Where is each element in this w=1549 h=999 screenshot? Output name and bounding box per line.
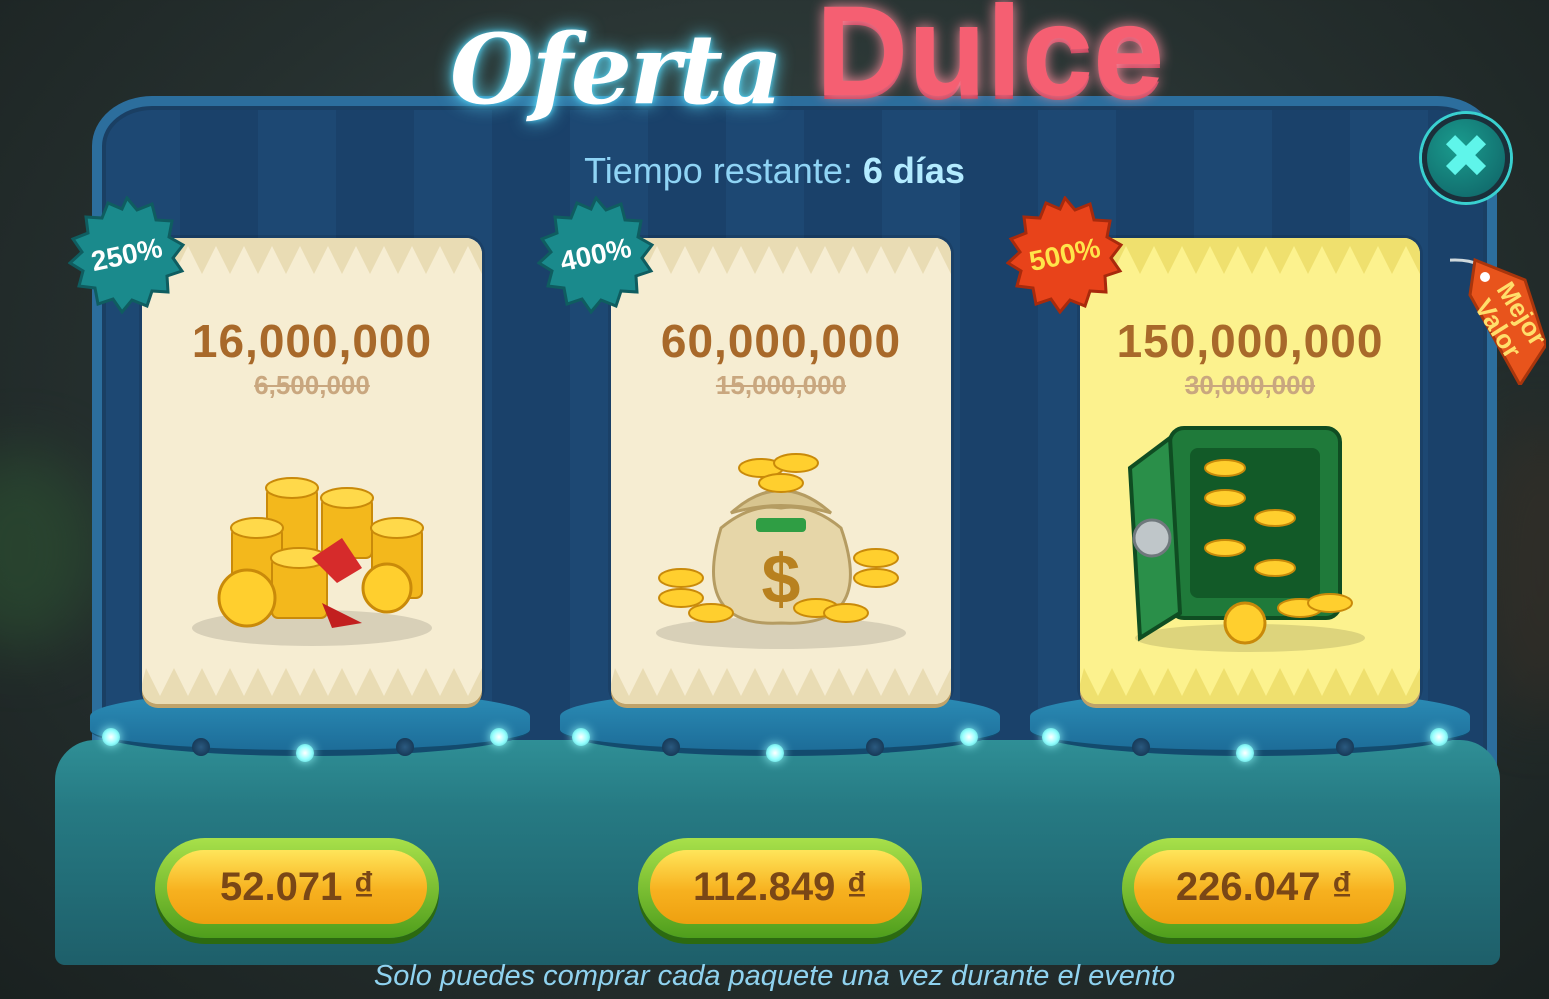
stage-light bbox=[102, 728, 120, 746]
bonus-badge-3: 500% bbox=[1006, 196, 1124, 314]
stage-light bbox=[1042, 728, 1060, 746]
old-amount: 6,500,000 bbox=[254, 370, 370, 400]
coin-stacks-gift-icon bbox=[192, 477, 432, 646]
package-card-1[interactable]: 16,000,000 6,500,000 bbox=[142, 238, 482, 704]
stage-light bbox=[960, 728, 978, 746]
old-amount: 30,000,000 bbox=[1184, 370, 1316, 400]
stage-light bbox=[1336, 738, 1354, 756]
coin-amount: 60,000,000 bbox=[660, 315, 902, 367]
purchase-limit-note: Solo puedes comprar cada paquete una vez… bbox=[373, 960, 1176, 992]
stage-light bbox=[572, 728, 590, 746]
time-remaining: Tiempo restante: 6 días bbox=[0, 150, 1549, 192]
close-icon[interactable]: ✖ bbox=[1422, 114, 1510, 202]
price-label: 112.849 ₫ bbox=[650, 850, 910, 924]
old-amount: 15,000,000 bbox=[715, 370, 847, 400]
stage-light bbox=[1430, 728, 1448, 746]
zigzag-bottom bbox=[611, 668, 951, 704]
zigzag-bottom bbox=[142, 668, 482, 704]
timer-label: Tiempo restante: bbox=[584, 150, 853, 191]
timer-value: 6 días bbox=[862, 150, 965, 191]
zigzag-top bbox=[142, 238, 482, 274]
money-bag-icon: $ bbox=[656, 453, 906, 649]
stage-light bbox=[866, 738, 884, 756]
zigzag-top bbox=[1080, 238, 1420, 274]
stage-light bbox=[296, 744, 314, 762]
bonus-badge-1: 250% bbox=[68, 196, 186, 314]
price-label: 52.071 ₫ bbox=[167, 850, 427, 924]
coin-amount: 16,000,000 bbox=[191, 315, 433, 367]
bonus-badge-2: 400% bbox=[537, 196, 655, 314]
title-oferta: Oferta bbox=[450, 13, 783, 126]
package-card-2[interactable]: 60,000,000 15,000,000 $ bbox=[611, 238, 951, 704]
safe-icon bbox=[1127, 426, 1365, 652]
zigzag-bottom bbox=[1080, 668, 1420, 704]
stage-light bbox=[192, 738, 210, 756]
buy-button-1[interactable]: 52.071 ₫ bbox=[155, 838, 439, 938]
title-dulce: Dulce bbox=[815, 0, 1165, 123]
best-value-tag: Mejor Valor bbox=[1419, 255, 1549, 388]
stage-light bbox=[396, 738, 414, 756]
coin-amount: 150,000,000 bbox=[1116, 315, 1384, 367]
buy-button-2[interactable]: 112.849 ₫ bbox=[638, 838, 922, 938]
stage-light bbox=[1132, 738, 1150, 756]
stage-light bbox=[1236, 744, 1254, 762]
package-card-3[interactable]: 150,000,000 30,000,000 bbox=[1080, 238, 1420, 704]
zigzag-top bbox=[611, 238, 951, 274]
stage-light bbox=[766, 744, 784, 762]
stage-light bbox=[490, 728, 508, 746]
price-label: 226.047 ₫ bbox=[1134, 850, 1394, 924]
buy-button-3[interactable]: 226.047 ₫ bbox=[1122, 838, 1406, 938]
stage-light bbox=[662, 738, 680, 756]
